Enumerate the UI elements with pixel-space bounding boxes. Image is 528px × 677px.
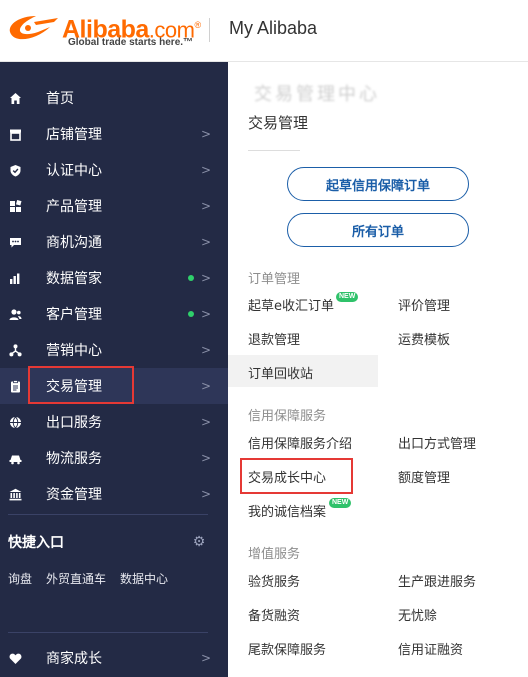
- sidebar-item-label: 商家成长: [46, 651, 102, 667]
- alibaba-smile-logo-icon: [9, 16, 58, 40]
- sidebar-item-label: 资金管理: [46, 487, 102, 503]
- share-icon: [8, 343, 22, 357]
- sidebar-item-label: 出口服务: [46, 415, 102, 431]
- sidebar-item-label: 数据管家: [46, 271, 102, 287]
- chevron-right-icon: >: [201, 379, 212, 393]
- link-stock-financing[interactable]: 备货融资: [248, 605, 300, 624]
- quick-link-data-center[interactable]: 数据中心: [120, 570, 168, 587]
- page-title[interactable]: My Alibaba: [229, 18, 317, 39]
- sidebar-item-label: 首页: [46, 91, 74, 107]
- link-export-method-management[interactable]: 出口方式管理: [398, 433, 476, 452]
- sidebar-item-export-services[interactable]: 出口服务 >: [0, 404, 228, 440]
- chevron-right-icon: >: [201, 415, 212, 429]
- link-order-recycle-bin[interactable]: 订单回收站: [248, 363, 313, 382]
- chevron-right-icon: >: [201, 451, 212, 465]
- bar-chart-icon: [8, 271, 22, 285]
- sidebar-item-data[interactable]: 数据管家 >: [0, 260, 228, 296]
- link-refund-management[interactable]: 退款管理: [248, 329, 300, 348]
- draft-trade-assurance-order-button[interactable]: 起草信用保障订单: [287, 167, 469, 201]
- chevron-right-icon: >: [201, 235, 212, 249]
- chevron-right-icon: >: [201, 487, 212, 501]
- link-quota-management[interactable]: 额度管理: [398, 467, 450, 486]
- link-review-management[interactable]: 评价管理: [398, 295, 450, 314]
- link-balance-payment-guarantee[interactable]: 尾款保障服务: [248, 639, 326, 658]
- new-badge: NEW: [329, 498, 352, 508]
- sidebar-item-customers[interactable]: 客户管理 >: [0, 296, 228, 332]
- flyout-title: 交易管理: [248, 114, 309, 132]
- new-badge: NEW: [336, 292, 359, 302]
- sidebar-item-label: 认证中心: [46, 163, 102, 179]
- quick-link-inquiries[interactable]: 询盘: [8, 570, 32, 587]
- link-inspection-service[interactable]: 验货服务: [248, 571, 300, 590]
- quick-link-p4p[interactable]: 外贸直通车: [46, 570, 106, 587]
- top-header: Alibaba.com® Global trade starts here.™ …: [0, 0, 528, 62]
- header-divider: [209, 18, 210, 42]
- alibaba-logo[interactable]: Alibaba.com® Global trade starts here.™: [6, 10, 202, 50]
- section-title-orders: 订单管理: [248, 272, 301, 287]
- globe-icon: [8, 415, 22, 429]
- link-worry-free-credit[interactable]: 无忧赊: [398, 605, 437, 624]
- sidebar-item-merchant-growth[interactable]: 商家成长 >: [0, 640, 228, 676]
- store-icon: [8, 127, 22, 141]
- background-page-heading: 交易管理中心: [254, 84, 380, 105]
- truck-icon: [8, 451, 22, 465]
- chevron-right-icon: >: [201, 163, 212, 177]
- sidebar-item-store[interactable]: 店铺管理 >: [0, 116, 228, 152]
- chevron-right-icon: >: [201, 271, 212, 285]
- chevron-right-icon: >: [201, 127, 212, 141]
- sidebar-divider: [8, 514, 208, 515]
- link-draft-ecollect-order[interactable]: 起草e收汇订单: [248, 295, 334, 314]
- gear-icon[interactable]: ⚙: [191, 534, 207, 550]
- sidebar-item-home[interactable]: 首页: [0, 80, 228, 116]
- home-icon: [8, 91, 22, 105]
- sidebar-item-finance[interactable]: 资金管理 >: [0, 476, 228, 512]
- link-trade-assurance-intro[interactable]: 信用保障服务介绍: [248, 433, 352, 452]
- link-shipping-template[interactable]: 运费模板: [398, 329, 450, 348]
- sidebar-item-marketing[interactable]: 营销中心 >: [0, 332, 228, 368]
- link-integrity-profile[interactable]: 我的诚信档案: [248, 501, 326, 520]
- chat-icon: [8, 235, 22, 249]
- notification-dot: [188, 311, 194, 317]
- link-lc-financing[interactable]: 信用证融资: [398, 639, 463, 658]
- chevron-right-icon: >: [201, 343, 212, 357]
- quick-access-title: 快捷入口: [8, 535, 64, 551]
- growth-center-highlight-box: [240, 458, 353, 494]
- sidebar-item-messages[interactable]: 商机沟通 >: [0, 224, 228, 260]
- grid-icon: [8, 199, 22, 213]
- my-alibaba-page: Alibaba.com® Global trade starts here.™ …: [0, 0, 528, 677]
- section-title-credit-assurance: 信用保障服务: [248, 409, 327, 424]
- bank-icon: [8, 487, 22, 501]
- sidebar-item-products[interactable]: 产品管理 >: [0, 188, 228, 224]
- sidebar-highlight-box: [28, 366, 134, 404]
- sidebar-item-certification[interactable]: 认证中心 >: [0, 152, 228, 188]
- quick-access-links: 询盘 外贸直通车 数据中心: [8, 570, 168, 587]
- sidebar-item-label: 产品管理: [46, 199, 102, 215]
- section-title-value-added: 增值服务: [248, 547, 301, 562]
- all-orders-button[interactable]: 所有订单: [287, 213, 469, 247]
- shield-check-icon: [8, 163, 22, 177]
- sidebar-item-label: 物流服务: [46, 451, 102, 467]
- flyout-title-divider: [248, 150, 300, 151]
- users-icon: [8, 307, 22, 321]
- link-production-tracking[interactable]: 生产跟进服务: [398, 571, 476, 590]
- logo-tagline: Global trade starts here.™: [68, 37, 194, 48]
- heart-icon: [8, 651, 22, 665]
- clipboard-icon: [8, 379, 22, 393]
- chevron-right-icon: >: [201, 199, 212, 213]
- notification-dot: [188, 275, 194, 281]
- sidebar-item-label: 客户管理: [46, 307, 102, 323]
- sidebar-item-logistics[interactable]: 物流服务 >: [0, 440, 228, 476]
- sidebar-item-label: 商机沟通: [46, 235, 102, 251]
- sidebar-item-label: 营销中心: [46, 343, 102, 359]
- chevron-right-icon: >: [201, 307, 212, 321]
- sidebar-item-label: 店铺管理: [46, 127, 102, 143]
- chevron-right-icon: >: [201, 651, 212, 665]
- sidebar-divider: [8, 632, 208, 633]
